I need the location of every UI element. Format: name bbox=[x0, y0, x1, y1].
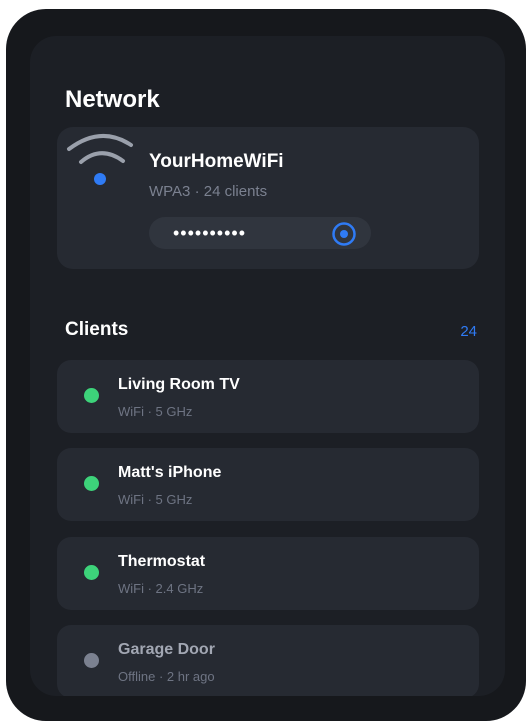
wifi-ssid: YourHomeWiFi bbox=[149, 151, 284, 172]
eye-icon[interactable] bbox=[331, 221, 357, 247]
wifi-card[interactable]: YourHomeWiFi WPA3 · 24 clients •••••••••… bbox=[57, 127, 479, 269]
password-masked: •••••••••• bbox=[173, 223, 247, 243]
client-item[interactable]: Matt's iPhone WiFi · 5 GHz bbox=[57, 448, 479, 521]
network-panel: Network YourHomeWiFi WPA3 · 24 clients •… bbox=[30, 36, 505, 696]
page-title: Network bbox=[65, 86, 160, 113]
status-dot-online-icon bbox=[84, 565, 99, 580]
client-name: Thermostat bbox=[118, 553, 206, 570]
client-sub: WiFi · 5 GHz bbox=[118, 492, 193, 507]
client-item[interactable]: Thermostat WiFi · 2.4 GHz bbox=[57, 537, 479, 610]
status-dot-offline-icon bbox=[84, 653, 99, 668]
client-item[interactable]: Living Room TV WiFi · 5 GHz bbox=[57, 360, 479, 433]
client-name: Matt's iPhone bbox=[118, 464, 222, 481]
client-sub: Offline · 2 hr ago bbox=[118, 669, 215, 684]
wifi-icon bbox=[65, 131, 141, 200]
status-dot-online-icon bbox=[84, 476, 99, 491]
status-dot-online-icon bbox=[84, 388, 99, 403]
client-sub: WiFi · 2.4 GHz bbox=[118, 581, 204, 596]
clients-heading: Clients bbox=[65, 319, 129, 340]
client-sub: WiFi · 5 GHz bbox=[118, 404, 193, 419]
client-name: Living Room TV bbox=[118, 376, 240, 393]
client-name: Garage Door bbox=[118, 641, 215, 658]
client-item[interactable]: Garage Door Offline · 2 hr ago bbox=[57, 625, 479, 696]
device-frame: Network YourHomeWiFi WPA3 · 24 clients •… bbox=[6, 9, 526, 721]
clients-count: 24 bbox=[460, 323, 477, 340]
password-field[interactable]: •••••••••• bbox=[149, 217, 371, 249]
wifi-meta: WPA3 · 24 clients bbox=[149, 183, 268, 200]
